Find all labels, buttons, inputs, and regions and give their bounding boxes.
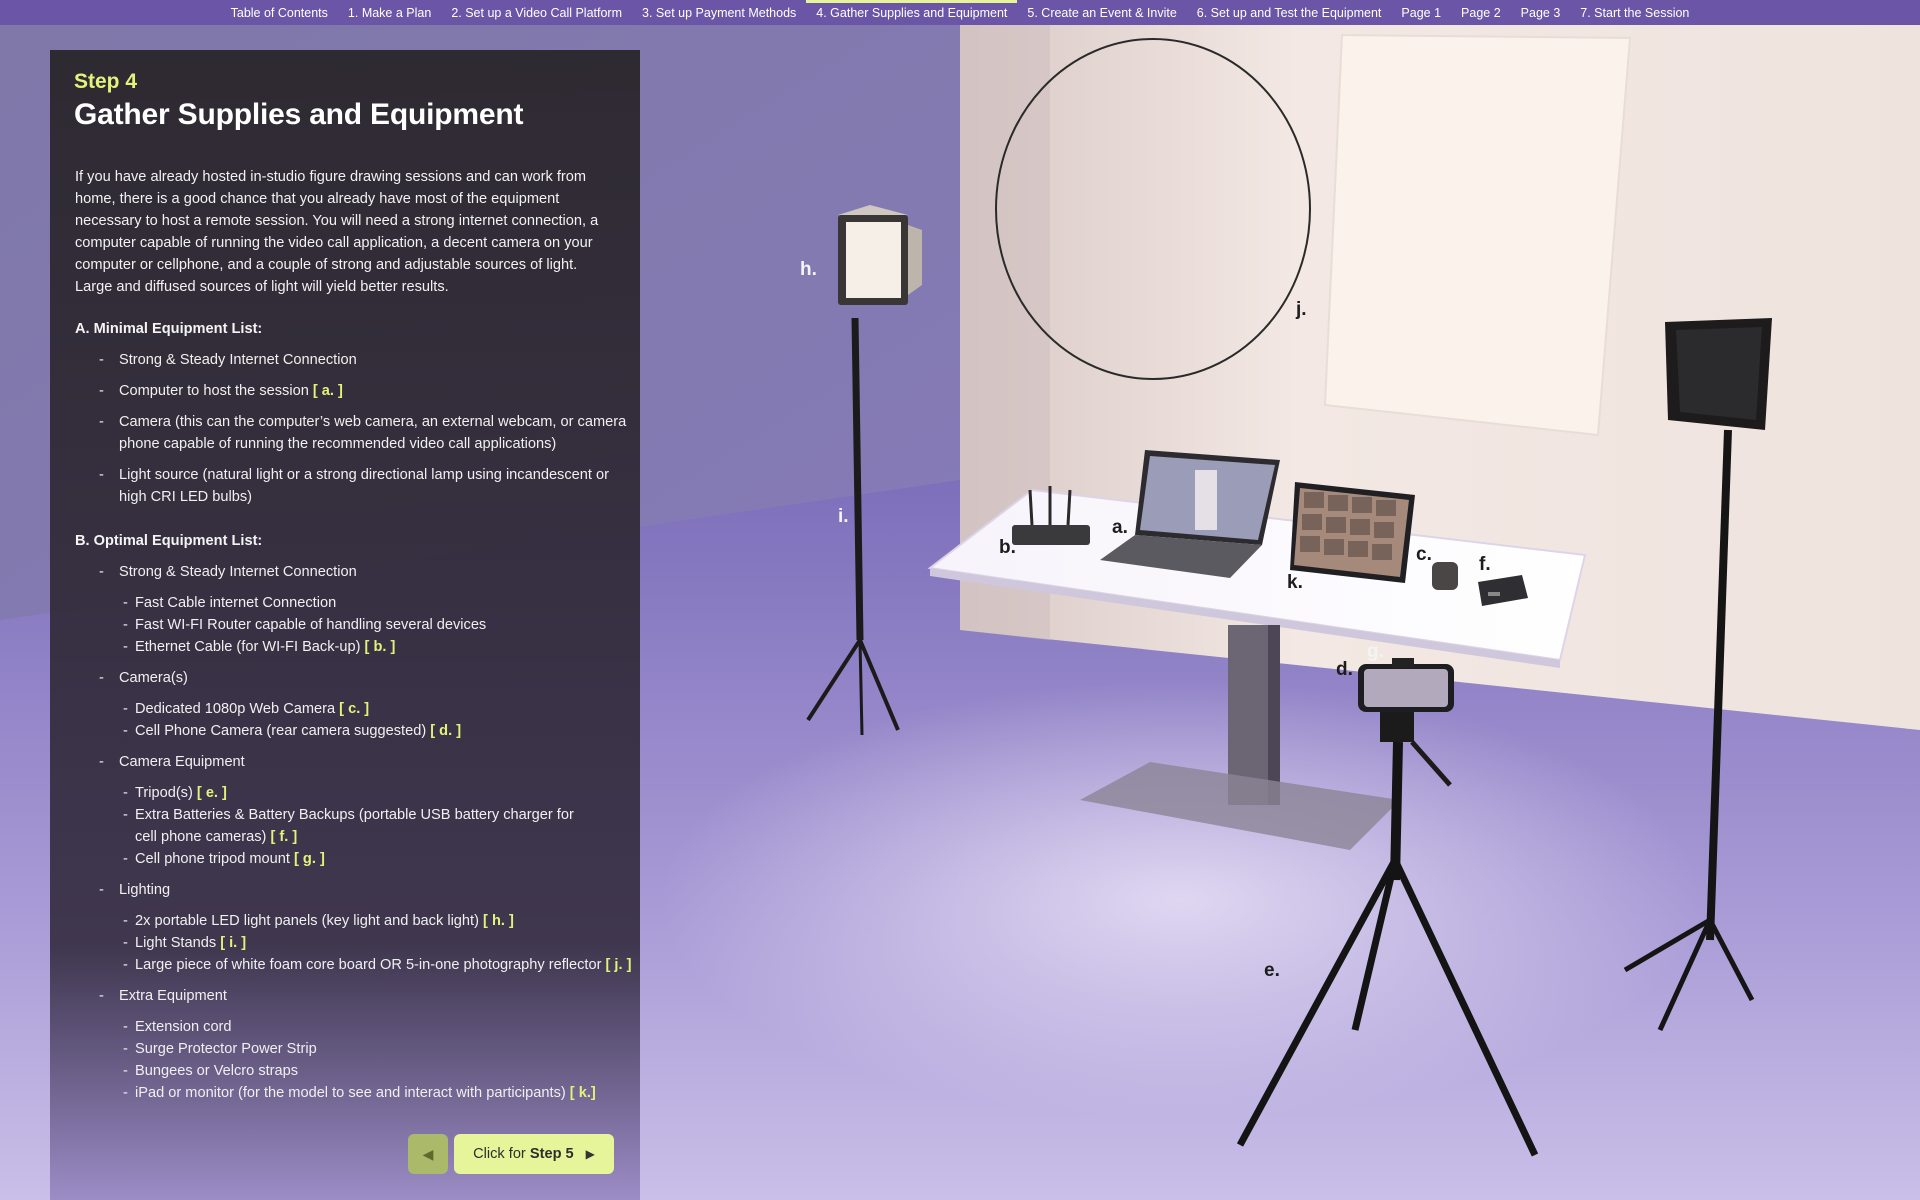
next-step-label: Step 5 bbox=[529, 1146, 574, 1162]
label-g: g. bbox=[1367, 641, 1384, 662]
previous-step-button[interactable]: ◀ bbox=[408, 1134, 448, 1174]
list-item: 2x portable LED light panels (key light … bbox=[75, 910, 635, 932]
next-step-button[interactable]: Click for Step 5 ▶ bbox=[454, 1134, 614, 1174]
list-item: Cell phone tripod mount [ g. ] bbox=[75, 848, 635, 870]
ref-e: [ e. ] bbox=[196, 785, 227, 801]
list-item: Computer to host the session [ a. ] bbox=[75, 380, 635, 402]
chevron-left-icon: ◀ bbox=[422, 1145, 434, 1162]
list-item: Surge Protector Power Strip bbox=[75, 1038, 635, 1060]
label-j: j. bbox=[1296, 299, 1307, 320]
list-item: Camera (this can the computer’s web came… bbox=[75, 411, 635, 455]
ref-h: [ h. ] bbox=[483, 913, 514, 929]
page-title: Gather Supplies and Equipment bbox=[74, 98, 524, 131]
tab-payment-methods[interactable]: 3. Set up Payment Methods bbox=[632, 0, 806, 25]
tab-table-of-contents[interactable]: Table of Contents bbox=[221, 0, 338, 25]
optimal-equipment-list: B. Optimal Equipment List: Strong & Stea… bbox=[75, 530, 635, 1104]
group-label: Strong & Steady Internet Connection bbox=[75, 561, 635, 583]
minimal-list-heading: A. Minimal Equipment List: bbox=[75, 321, 263, 337]
group-label: Camera(s) bbox=[75, 667, 635, 689]
ref-f: [ f. ] bbox=[270, 829, 298, 845]
minimal-equipment-list: A. Minimal Equipment List: Strong & Stea… bbox=[75, 318, 635, 508]
ref-d: [ d. ] bbox=[430, 723, 462, 739]
top-navigation: Table of Contents 1. Make a Plan 2. Set … bbox=[0, 0, 1920, 25]
label-f: f. bbox=[1479, 554, 1491, 575]
next-step-prefix: Click for bbox=[473, 1146, 526, 1162]
tab-create-event[interactable]: 5. Create an Event & Invite bbox=[1017, 0, 1186, 25]
list-item: Bungees or Velcro straps bbox=[75, 1060, 635, 1082]
tab-start-session[interactable]: 7. Start the Session bbox=[1570, 0, 1699, 25]
list-item: Light Stands [ i. ] bbox=[75, 932, 635, 954]
tab-page-1[interactable]: Page 1 bbox=[1391, 0, 1451, 25]
label-c: c. bbox=[1416, 544, 1432, 565]
list-item: Extra Batteries & Battery Backups (porta… bbox=[75, 804, 575, 848]
label-b: b. bbox=[999, 537, 1016, 558]
intro-paragraph: If you have already hosted in-studio fig… bbox=[75, 169, 599, 295]
tab-page-3[interactable]: Page 3 bbox=[1511, 0, 1571, 25]
list-item: Ethernet Cable (for WI-FI Back-up) [ b. … bbox=[75, 636, 635, 658]
list-item: Fast WI-FI Router capable of handling se… bbox=[75, 614, 635, 636]
ref-c: [ c. ] bbox=[339, 701, 370, 717]
tab-make-a-plan[interactable]: 1. Make a Plan bbox=[338, 0, 441, 25]
content-panel: Step 4 Gather Supplies and Equipment If … bbox=[50, 50, 640, 1200]
label-e: e. bbox=[1264, 960, 1280, 981]
step-number: Step 4 bbox=[74, 70, 138, 93]
label-k: k. bbox=[1287, 572, 1303, 593]
chevron-right-icon: ▶ bbox=[585, 1147, 595, 1161]
ref-a: [ a. ] bbox=[312, 383, 343, 399]
label-i: i. bbox=[838, 506, 849, 527]
list-item: Strong & Steady Internet Connection bbox=[75, 349, 635, 371]
list-item: Light source (natural light or a strong … bbox=[75, 464, 635, 508]
optimal-list-heading: B. Optimal Equipment List: bbox=[75, 533, 263, 549]
label-a: a. bbox=[1112, 517, 1128, 538]
group-label: Lighting bbox=[75, 879, 635, 901]
list-item: Extension cord bbox=[75, 1016, 635, 1038]
list-item: Cell Phone Camera (rear camera suggested… bbox=[75, 720, 635, 742]
list-item: Tripod(s) [ e. ] bbox=[75, 782, 635, 804]
list-item: iPad or monitor (for the model to see an… bbox=[75, 1082, 655, 1104]
group-label: Extra Equipment bbox=[75, 985, 635, 1007]
ref-i: [ i. ] bbox=[220, 935, 247, 951]
tab-gather-supplies[interactable]: 4. Gather Supplies and Equipment bbox=[806, 0, 1018, 25]
tab-test-equipment[interactable]: 6. Set up and Test the Equipment bbox=[1187, 0, 1392, 25]
label-h: h. bbox=[800, 259, 817, 280]
group-label: Camera Equipment bbox=[75, 751, 635, 773]
ref-b: [ b. ] bbox=[364, 639, 396, 655]
tab-video-call-platform[interactable]: 2. Set up a Video Call Platform bbox=[441, 0, 632, 25]
tab-page-2[interactable]: Page 2 bbox=[1451, 0, 1511, 25]
ref-g: [ g. ] bbox=[294, 851, 325, 867]
label-d: d. bbox=[1336, 659, 1353, 680]
list-item: Fast Cable internet Connection bbox=[75, 592, 635, 614]
list-item: Large piece of white foam core board OR … bbox=[75, 954, 655, 976]
list-item: Dedicated 1080p Web Camera [ c. ] bbox=[75, 698, 635, 720]
ref-j: [ j. ] bbox=[605, 957, 632, 973]
ref-k: [ k.] bbox=[569, 1085, 596, 1101]
